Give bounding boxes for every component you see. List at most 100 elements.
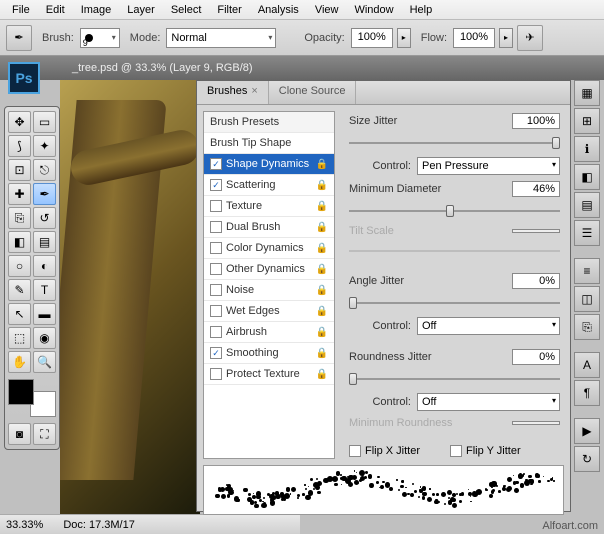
brush-option-texture[interactable]: Texture🔒 <box>204 196 334 217</box>
menu-select[interactable]: Select <box>163 2 210 18</box>
airbrush-toggle[interactable]: ✈ <box>517 25 543 51</box>
brush-tip-shape-button[interactable]: Brush Tip Shape <box>204 133 334 154</box>
flow-field[interactable]: 100% <box>453 28 495 48</box>
shape-tool[interactable]: ▬ <box>33 303 56 325</box>
min-diameter-slider[interactable] <box>349 203 560 219</box>
dock-color-icon[interactable]: ◧ <box>574 164 600 190</box>
brush-option-noise[interactable]: Noise🔒 <box>204 280 334 301</box>
color-swatch[interactable] <box>8 379 56 417</box>
dock-history-icon[interactable]: ↻ <box>574 446 600 472</box>
opacity-flyout[interactable]: ▸ <box>397 28 411 48</box>
checkbox-icon[interactable] <box>210 263 222 275</box>
dock-layers-icon[interactable]: ≡ <box>574 258 600 284</box>
move-tool[interactable]: ✥ <box>8 111 31 133</box>
brush-option-color-dynamics[interactable]: Color Dynamics🔒 <box>204 238 334 259</box>
brush-option-other-dynamics[interactable]: Other Dynamics🔒 <box>204 259 334 280</box>
brush-option-airbrush[interactable]: Airbrush🔒 <box>204 322 334 343</box>
min-diameter-value[interactable]: 46% <box>512 181 560 197</box>
mode-dropdown[interactable]: Normal <box>166 28 276 48</box>
eraser-tool[interactable]: ◧ <box>8 231 31 253</box>
checkbox-icon[interactable]: ✓ <box>210 158 222 170</box>
stamp-tool[interactable]: ⎘ <box>8 207 31 229</box>
document-tab[interactable]: _tree.psd @ 33.3% (Layer 9, RGB/8) <box>0 56 604 80</box>
menu-file[interactable]: File <box>4 2 38 18</box>
size-jitter-value[interactable]: 100% <box>512 113 560 129</box>
dock-styles-icon[interactable]: ☰ <box>574 220 600 246</box>
brush-option-protect-texture[interactable]: Protect Texture🔒 <box>204 364 334 385</box>
close-icon[interactable]: × <box>251 85 257 97</box>
roundness-jitter-value[interactable]: 0% <box>512 349 560 365</box>
eyedropper-tool[interactable]: ⎋ <box>33 159 56 181</box>
angle-jitter-slider[interactable] <box>349 295 560 311</box>
zoom-tool[interactable]: 🔍 <box>33 351 56 373</box>
menu-help[interactable]: Help <box>402 2 441 18</box>
roundness-jitter-slider[interactable] <box>349 371 560 387</box>
brush-option-scattering[interactable]: ✓Scattering🔒 <box>204 175 334 196</box>
roundness-control-dropdown[interactable]: Off <box>417 393 560 411</box>
foreground-color[interactable] <box>8 379 34 405</box>
3d-tool[interactable]: ⬚ <box>8 327 31 349</box>
path-tool[interactable]: ↖ <box>8 303 31 325</box>
checkbox-icon[interactable]: ✓ <box>210 179 222 191</box>
brush-preset-dropdown[interactable]: 9 <box>80 28 120 48</box>
menu-view[interactable]: View <box>307 2 347 18</box>
flow-flyout[interactable]: ▸ <box>499 28 513 48</box>
brush-tool[interactable]: ✒ <box>33 183 56 205</box>
dock-paths-icon[interactable]: ⎘ <box>574 314 600 340</box>
menu-window[interactable]: Window <box>346 2 401 18</box>
checkbox-icon[interactable]: ✓ <box>210 347 222 359</box>
quick-mask-toggle[interactable]: ◙ <box>8 423 31 445</box>
brush-presets-button[interactable]: Brush Presets <box>204 112 334 133</box>
brush-option-shape-dynamics[interactable]: ✓Shape Dynamics🔒 <box>204 154 334 175</box>
marquee-tool[interactable]: ▭ <box>33 111 56 133</box>
checkbox-icon[interactable] <box>210 326 222 338</box>
crop-tool[interactable]: ⊡ <box>8 159 31 181</box>
blur-tool[interactable]: ○ <box>8 255 31 277</box>
checkbox-icon[interactable] <box>210 368 222 380</box>
size-jitter-slider[interactable] <box>349 135 560 151</box>
3d-camera-tool[interactable]: ◉ <box>33 327 56 349</box>
angle-jitter-value[interactable]: 0% <box>512 273 560 289</box>
menu-analysis[interactable]: Analysis <box>250 2 307 18</box>
dock-info-icon[interactable]: ℹ <box>574 136 600 162</box>
dock-character-icon[interactable]: A <box>574 352 600 378</box>
dodge-tool[interactable]: ◐ <box>33 255 56 277</box>
tab-clone-source[interactable]: Clone Source <box>269 81 357 104</box>
brush-option-dual-brush[interactable]: Dual Brush🔒 <box>204 217 334 238</box>
gradient-tool[interactable]: ▤ <box>33 231 56 253</box>
dock-navigator-icon[interactable]: ▦ <box>574 80 600 106</box>
checkbox-icon[interactable] <box>210 200 222 212</box>
checkbox-icon[interactable] <box>210 284 222 296</box>
brush-option-wet-edges[interactable]: Wet Edges🔒 <box>204 301 334 322</box>
pen-tool[interactable]: ✎ <box>8 279 31 301</box>
flip-y-checkbox[interactable]: Flip Y Jitter <box>450 445 521 457</box>
angle-control-dropdown[interactable]: Off <box>417 317 560 335</box>
dock-paragraph-icon[interactable]: ¶ <box>574 380 600 406</box>
menu-image[interactable]: Image <box>73 2 120 18</box>
menu-filter[interactable]: Filter <box>209 2 249 18</box>
flip-x-checkbox[interactable]: Flip X Jitter <box>349 445 420 457</box>
history-brush-tool[interactable]: ↺ <box>33 207 56 229</box>
brush-option-smoothing[interactable]: ✓Smoothing🔒 <box>204 343 334 364</box>
lasso-tool[interactable]: ⟆ <box>8 135 31 157</box>
dock-actions-icon[interactable]: ▶ <box>574 418 600 444</box>
tool-preset-picker[interactable]: ✒ <box>6 25 32 51</box>
dock-channels-icon[interactable]: ◫ <box>574 286 600 312</box>
checkbox-icon[interactable] <box>210 242 222 254</box>
dock-histogram-icon[interactable]: ⊞ <box>574 108 600 134</box>
size-control-dropdown[interactable]: Pen Pressure <box>417 157 560 175</box>
menu-layer[interactable]: Layer <box>119 2 163 18</box>
dock-swatches-icon[interactable]: ▤ <box>574 192 600 218</box>
healing-tool[interactable]: ✚ <box>8 183 31 205</box>
checkbox-icon[interactable] <box>210 305 222 317</box>
canvas[interactable] <box>60 80 200 520</box>
opacity-field[interactable]: 100% <box>351 28 393 48</box>
quick-select-tool[interactable]: ✦ <box>33 135 56 157</box>
zoom-level[interactable]: 33.33% <box>6 519 43 531</box>
hand-tool[interactable]: ✋ <box>8 351 31 373</box>
menu-edit[interactable]: Edit <box>38 2 73 18</box>
checkbox-icon[interactable] <box>210 221 222 233</box>
type-tool[interactable]: T <box>33 279 56 301</box>
tab-brushes[interactable]: Brushes× <box>197 81 269 104</box>
screen-mode-toggle[interactable]: ⛶ <box>33 423 56 445</box>
